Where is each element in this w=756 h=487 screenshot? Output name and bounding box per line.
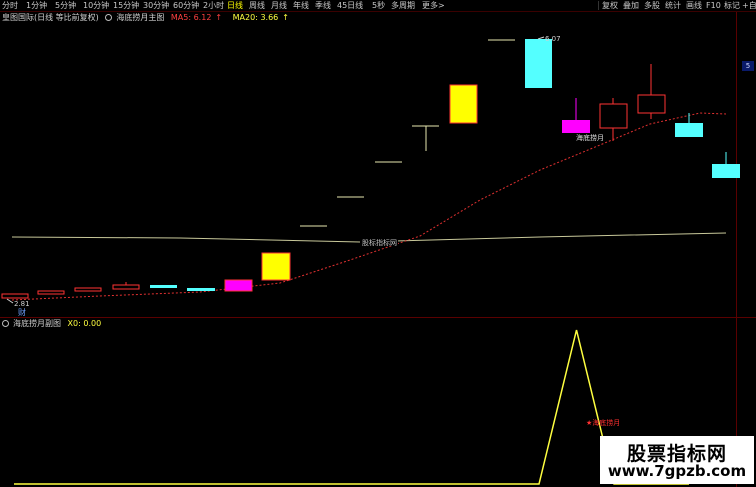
watermark-label: 股标指标网 — [362, 238, 397, 247]
high-price-pointer — [537, 36, 545, 40]
candle-signal — [562, 120, 590, 133]
candle — [74, 287, 102, 292]
ma-dotted-line — [11, 112, 727, 301]
event-marker[interactable]: 财 — [18, 307, 26, 317]
candle-strong — [449, 84, 478, 124]
low-price-label: 2.81 — [14, 300, 30, 308]
candle — [37, 290, 65, 295]
watermark-url: www.7gpzb.com — [607, 462, 747, 480]
candlestick-chart[interactable]: 6.07 2.81 海底捞月 股标指标网 财 — [0, 0, 756, 318]
high-price-label: 6.07 — [545, 35, 561, 43]
site-watermark: 股票指标网 www.7gpzb.com — [600, 436, 754, 484]
signal-line — [14, 329, 689, 485]
candle — [187, 288, 215, 291]
candle — [675, 123, 703, 137]
candle — [112, 284, 140, 290]
signal-text: 海底捞月 — [576, 133, 604, 142]
candle — [150, 285, 177, 288]
candle-series — [1, 39, 740, 299]
candle-signal — [224, 279, 253, 292]
candle — [525, 39, 552, 88]
candle — [712, 164, 740, 178]
sub-signal-text: ★海底捞月 — [586, 418, 620, 427]
candle — [599, 103, 628, 129]
candle-strong — [261, 252, 291, 281]
candle — [637, 94, 666, 114]
candle — [1, 293, 29, 299]
